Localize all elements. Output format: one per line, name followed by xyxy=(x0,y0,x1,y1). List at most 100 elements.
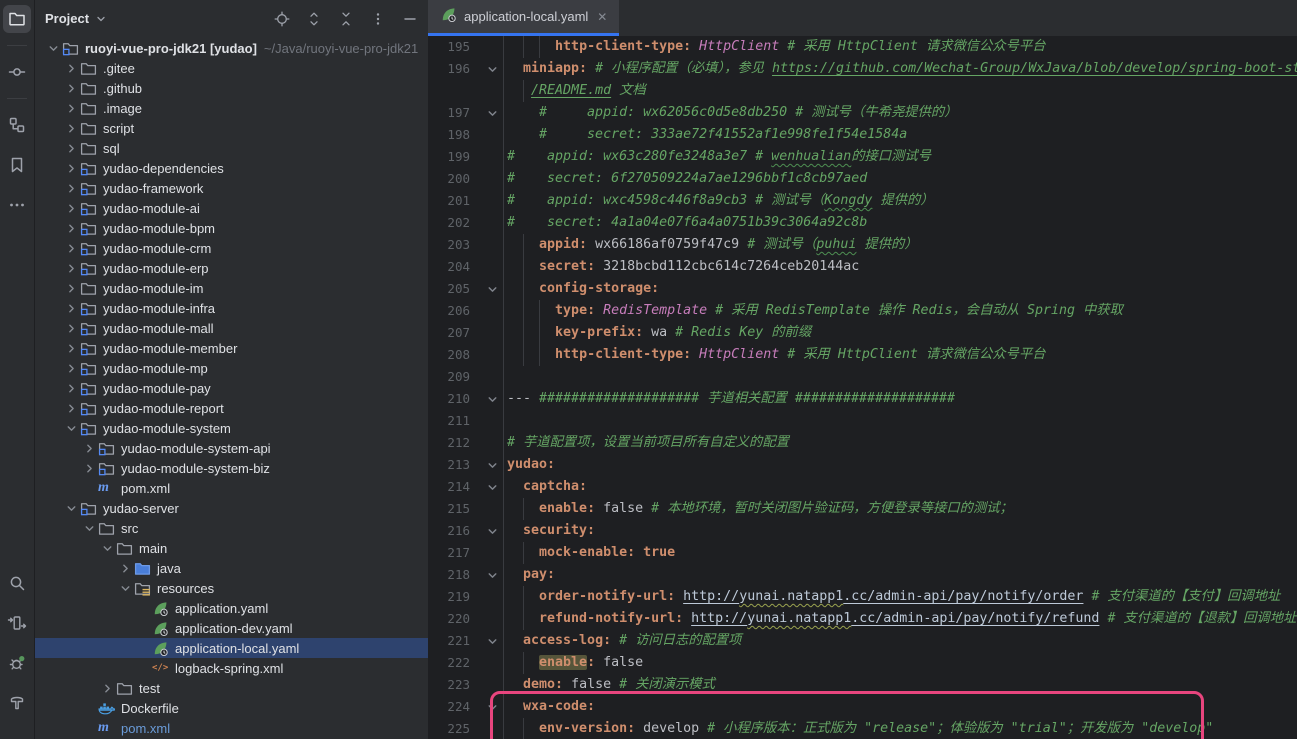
hide-panel-button[interactable] xyxy=(398,7,422,31)
code-line[interactable]: 224 wxa-code: xyxy=(428,696,1297,718)
tree-item-application-dev-yaml[interactable]: application-dev.yaml xyxy=(35,618,428,638)
tree-item-java[interactable]: java xyxy=(35,558,428,578)
editor-body[interactable]: 195 http-client-type: HttpClient # 采用 Ht… xyxy=(428,36,1297,739)
chevron-right-icon[interactable] xyxy=(63,82,80,95)
build-tool-button[interactable] xyxy=(3,689,31,717)
project-folder-tool-button[interactable] xyxy=(3,5,31,33)
tree-item-logback-spring-xml[interactable]: </>logback-spring.xml xyxy=(35,658,428,678)
code-line[interactable]: 217 mock-enable: true xyxy=(428,542,1297,564)
chevron-right-icon[interactable] xyxy=(81,442,98,455)
commit-tool-button[interactable] xyxy=(3,58,31,86)
chevron-right-icon[interactable] xyxy=(63,182,80,195)
chevron-down-icon[interactable] xyxy=(81,522,98,535)
more-horizontal-tool-button[interactable] xyxy=(3,191,31,219)
chevron-right-icon[interactable] xyxy=(63,162,80,175)
chevron-right-icon[interactable] xyxy=(63,322,80,335)
chevron-right-icon[interactable] xyxy=(63,122,80,135)
tree-item-yudao-module-report[interactable]: yudao-module-report xyxy=(35,398,428,418)
services-tool-button[interactable] xyxy=(3,609,31,637)
tree-item-script[interactable]: script xyxy=(35,118,428,138)
project-panel-title[interactable]: Project xyxy=(45,11,89,26)
fold-toggle-icon[interactable] xyxy=(470,564,503,586)
chevron-down-icon[interactable] xyxy=(117,582,134,595)
code-line[interactable]: 213yudao: xyxy=(428,454,1297,476)
tree-item-yudao-module-mall[interactable]: yudao-module-mall xyxy=(35,318,428,338)
chevron-right-icon[interactable] xyxy=(63,302,80,315)
code-line[interactable]: 214 captcha: xyxy=(428,476,1297,498)
chevron-right-icon[interactable] xyxy=(99,682,116,695)
code-line[interactable]: 220 refund-notify-url: http://yunai.nata… xyxy=(428,608,1297,630)
problems-tool-button[interactable] xyxy=(3,649,31,677)
chevron-right-icon[interactable] xyxy=(63,262,80,275)
code-line[interactable]: /README.md 文档 xyxy=(428,80,1297,102)
tree-item-yudao-module-infra[interactable]: yudao-module-infra xyxy=(35,298,428,318)
code-line[interactable]: 200# secret: 6f270509224a7ae1296bbf1c8cb… xyxy=(428,168,1297,190)
tree-item-yudao-module-system-api[interactable]: yudao-module-system-api xyxy=(35,438,428,458)
code-line[interactable]: 208 http-client-type: HttpClient # 采用 Ht… xyxy=(428,344,1297,366)
chevron-right-icon[interactable] xyxy=(63,142,80,155)
tree-item-sql[interactable]: sql xyxy=(35,138,428,158)
tree-item-yudao-module-member[interactable]: yudao-module-member xyxy=(35,338,428,358)
tree-item-yudao-framework[interactable]: yudao-framework xyxy=(35,178,428,198)
code-line[interactable]: 205 config-storage: xyxy=(428,278,1297,300)
code-line[interactable]: 211 xyxy=(428,410,1297,432)
editor-tab-application-local-yaml[interactable]: application-local.yaml ✕ xyxy=(428,0,619,36)
chevron-right-icon[interactable] xyxy=(117,562,134,575)
tree-item-yudao-module-erp[interactable]: yudao-module-erp xyxy=(35,258,428,278)
chevron-right-icon[interactable] xyxy=(63,382,80,395)
code-line[interactable]: 195 http-client-type: HttpClient # 采用 Ht… xyxy=(428,36,1297,58)
code-line[interactable]: 215 enable: false # 本地环境，暂时关闭图片验证码，方便登录等… xyxy=(428,498,1297,520)
code-line[interactable]: 203 appid: wx66186af0759f47c9 # 测试号（puhu… xyxy=(428,234,1297,256)
chevron-right-icon[interactable] xyxy=(63,282,80,295)
tree-item-yudao-module-system[interactable]: yudao-module-system xyxy=(35,418,428,438)
tree-item-src[interactable]: src xyxy=(35,518,428,538)
fold-toggle-icon[interactable] xyxy=(470,388,503,410)
chevron-right-icon[interactable] xyxy=(81,462,98,475)
chevron-right-icon[interactable] xyxy=(63,202,80,215)
code-line[interactable]: 196 miniapp: # 小程序配置（必填），参见 https://gith… xyxy=(428,58,1297,80)
bookmarks-tool-button[interactable] xyxy=(3,151,31,179)
code-line[interactable]: 197 # appid: wx62056c0d5e8db250 # 测试号（牛希… xyxy=(428,102,1297,124)
code-line[interactable]: 198 # secret: 333ae72f41552af1e998fe1f54… xyxy=(428,124,1297,146)
code-line[interactable]: 223 demo: false # 关闭演示模式 xyxy=(428,674,1297,696)
code-line[interactable]: 225 env-version: develop # 小程序版本：正式版为 "r… xyxy=(428,718,1297,739)
expand-all-button[interactable] xyxy=(302,7,326,31)
tree-item-resources[interactable]: resources xyxy=(35,578,428,598)
tree-item--gitee[interactable]: .gitee xyxy=(35,58,428,78)
tree-item--github[interactable]: .github xyxy=(35,78,428,98)
tree-item-yudao-server[interactable]: yudao-server xyxy=(35,498,428,518)
tree-item-yudao-module-mp[interactable]: yudao-module-mp xyxy=(35,358,428,378)
tree-item-yudao-module-pay[interactable]: yudao-module-pay xyxy=(35,378,428,398)
more-vertical-button[interactable] xyxy=(366,7,390,31)
code-line[interactable]: 207 key-prefix: wa # Redis Key 的前缀 xyxy=(428,322,1297,344)
tree-item-application-local-yaml[interactable]: application-local.yaml xyxy=(35,638,428,658)
chevron-down-icon[interactable] xyxy=(94,12,108,26)
chevron-down-icon[interactable] xyxy=(63,502,80,515)
code-line[interactable]: 209 xyxy=(428,366,1297,388)
code-line[interactable]: 199# appid: wx63c280fe3248a3e7 # wenhual… xyxy=(428,146,1297,168)
chevron-down-icon[interactable] xyxy=(45,42,62,55)
code-line[interactable]: 218 pay: xyxy=(428,564,1297,586)
code-line[interactable]: 222 enable: false xyxy=(428,652,1297,674)
tree-item-yudao-module-bpm[interactable]: yudao-module-bpm xyxy=(35,218,428,238)
code-line[interactable]: 206 type: RedisTemplate # 采用 RedisTempla… xyxy=(428,300,1297,322)
code-line[interactable]: 216 security: xyxy=(428,520,1297,542)
code-line[interactable]: 212# 芋道配置项，设置当前项目所有自定义的配置 xyxy=(428,432,1297,454)
fold-toggle-icon[interactable] xyxy=(470,102,503,124)
chevron-right-icon[interactable] xyxy=(63,222,80,235)
search-tool-button[interactable] xyxy=(3,569,31,597)
chevron-right-icon[interactable] xyxy=(63,362,80,375)
chevron-right-icon[interactable] xyxy=(63,342,80,355)
tree-item--image[interactable]: .image xyxy=(35,98,428,118)
fold-toggle-icon[interactable] xyxy=(470,58,503,80)
chevron-down-icon[interactable] xyxy=(63,422,80,435)
tree-item-ruoyi-vue-pro-jdk21-yudao-[interactable]: ruoyi-vue-pro-jdk21 [yudao]~/Java/ruoyi-… xyxy=(35,38,428,58)
chevron-right-icon[interactable] xyxy=(63,62,80,75)
fold-toggle-icon[interactable] xyxy=(470,454,503,476)
fold-toggle-icon[interactable] xyxy=(470,696,503,718)
code-line[interactable]: 219 order-notify-url: http://yunai.natap… xyxy=(428,586,1297,608)
tree-item-pom-xml[interactable]: mpom.xml xyxy=(35,718,428,738)
code-line[interactable]: 221 access-log: # 访问日志的配置项 xyxy=(428,630,1297,652)
structure-tool-button[interactable] xyxy=(3,111,31,139)
tree-item-yudao-module-ai[interactable]: yudao-module-ai xyxy=(35,198,428,218)
